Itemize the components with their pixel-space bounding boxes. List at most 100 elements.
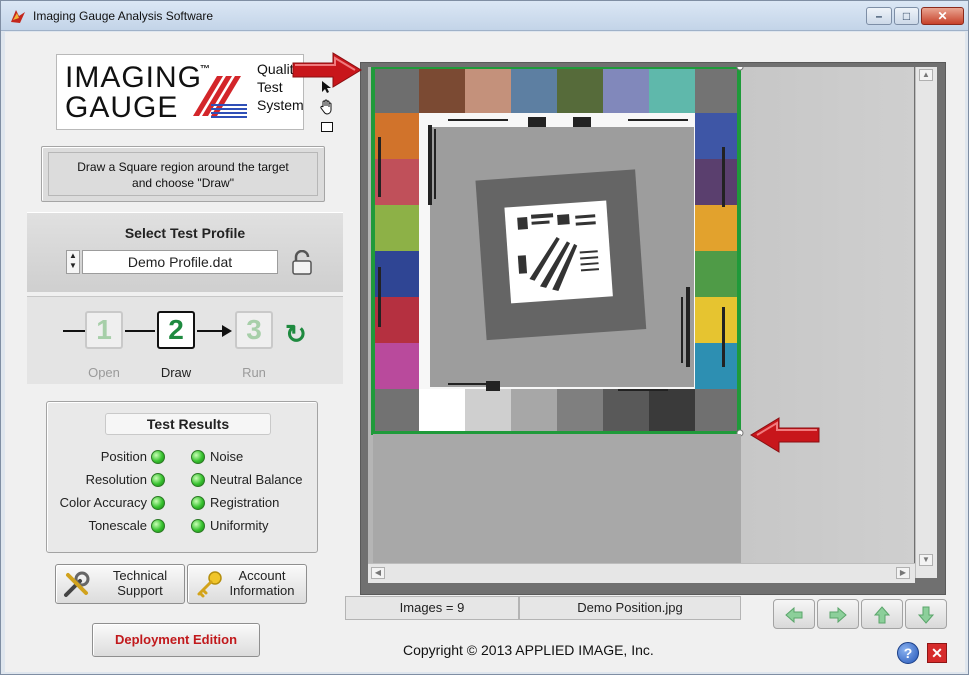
test-results-panel: Test Results Position Noise Resolution N… (46, 401, 318, 553)
top-color-patches (373, 67, 741, 113)
app-icon (11, 10, 25, 23)
step-arrow-icon (222, 325, 232, 337)
color-patch (511, 67, 557, 113)
scroll-up-arrow-icon[interactable]: ▲ (919, 69, 933, 81)
arrow-down-icon (917, 606, 935, 624)
workflow-steps: 1 2 3 ↻ Open Draw Run (27, 296, 343, 384)
result-uniformity-led-icon (191, 519, 205, 533)
scroll-down-arrow-icon[interactable]: ▼ (919, 554, 933, 566)
logo-sub-system: System (257, 97, 304, 113)
red-pointer-arrow-icon (750, 417, 820, 453)
gray-patch (465, 389, 511, 433)
app-window: Imaging Gauge Analysis Software – □ ✕ IM… (0, 0, 969, 675)
account-information-button[interactable]: Account Information (187, 564, 307, 604)
test-profile-panel: Select Test Profile ▲ ▼ Demo Profile.dat (27, 212, 343, 292)
close-icon: ✕ (937, 9, 948, 23)
next-image-button[interactable] (817, 599, 859, 629)
color-patch (557, 67, 603, 113)
image-canvas[interactable] (368, 67, 914, 563)
profile-spinner[interactable]: ▲ ▼ (66, 250, 80, 274)
minimize-icon: – (875, 9, 883, 23)
account-information-label: Account Information (222, 568, 302, 598)
account-line-1: Account (238, 568, 286, 583)
previous-image-button[interactable] (773, 599, 815, 629)
title-bar: Imaging Gauge Analysis Software – □ ✕ (1, 1, 968, 31)
bottom-gray-patches (419, 389, 741, 433)
arrow-up-icon (873, 606, 891, 624)
client-area: IMAGING ™ GAUGE Quality Test System Draw… (5, 32, 965, 672)
color-patch (695, 159, 741, 205)
color-patch (695, 205, 741, 251)
minimize-button[interactable]: – (866, 7, 892, 25)
step-connector-2 (197, 330, 223, 332)
result-tonescale-led-icon (151, 519, 165, 533)
vertical-scrollbar[interactable]: ▲ ▼ (915, 67, 937, 578)
logo-text-imaging: IMAGING (65, 61, 203, 94)
images-count: Images = 9 (345, 596, 519, 620)
result-noise-led-icon (191, 450, 205, 464)
technical-line-1: Technical (112, 568, 168, 583)
result-registration-led-icon (191, 496, 205, 510)
copyright-text: Copyright © 2013 APPLIED IMAGE, Inc. (403, 642, 654, 658)
result-noise-label: Noise (210, 449, 244, 464)
result-tonescale-label: Tonescale (88, 518, 147, 533)
technical-support-button[interactable]: Technical Support (55, 564, 185, 604)
right-color-patches (695, 113, 741, 435)
arrow-right-icon (829, 606, 847, 624)
step-run-label: Run (242, 365, 266, 380)
instruction-line-2: and choose "Draw" (132, 176, 234, 190)
maximize-icon: □ (902, 9, 911, 23)
result-registration-label: Registration (210, 495, 280, 510)
gray-patch (419, 389, 465, 433)
rectangle-icon[interactable] (318, 118, 336, 136)
gray-patch (511, 389, 557, 433)
close-window-button[interactable]: ✕ (921, 7, 964, 25)
result-color-accuracy-led-icon (151, 496, 165, 510)
imaging-gauge-logo: IMAGING ™ GAUGE Quality Test System (56, 54, 304, 130)
profile-title: Select Test Profile (124, 225, 246, 241)
scroll-right-arrow-icon[interactable]: ▶ (896, 567, 910, 579)
logo-stripes-icon (193, 76, 247, 118)
tools-icon (64, 571, 90, 597)
step-connector-start (63, 330, 87, 332)
color-patch (373, 205, 419, 251)
maximize-button[interactable]: □ (894, 7, 919, 25)
instruction-panel: Draw a Square region around the target a… (41, 146, 325, 202)
help-icon[interactable]: ? (897, 642, 919, 664)
deployment-edition-button[interactable]: Deployment Edition (92, 623, 260, 657)
color-patch (373, 67, 419, 113)
logo-text-gauge: GAUGE (65, 91, 179, 124)
color-patch (695, 67, 741, 113)
arrow-left-icon (785, 606, 803, 624)
color-patch (649, 67, 695, 113)
key-icon (197, 571, 222, 598)
current-filename: Demo Position.jpg (519, 596, 741, 620)
image-viewer: ▲ ▼ ◀ ▶ (360, 62, 946, 595)
results-title: Test Results (105, 413, 271, 435)
step-open-label: Open (88, 365, 120, 380)
scroll-left-arrow-icon[interactable]: ◀ (371, 567, 385, 579)
exit-icon[interactable]: ✕ (927, 643, 947, 663)
result-resolution-led-icon (151, 473, 165, 487)
technical-support-label: Technical Support (100, 568, 180, 598)
move-down-button[interactable] (905, 599, 947, 629)
red-pointer-arrow-icon (292, 52, 362, 88)
profile-select[interactable]: Demo Profile.dat (82, 250, 278, 274)
horizontal-scrollbar[interactable]: ◀ ▶ (368, 563, 915, 583)
move-up-button[interactable] (861, 599, 903, 629)
refresh-icon[interactable]: ↻ (285, 319, 307, 350)
logo-sub-test: Test (257, 79, 283, 95)
step-draw-button[interactable]: 2 (157, 311, 195, 349)
color-patch (695, 113, 741, 159)
result-neutral-balance-label: Neutral Balance (210, 472, 303, 487)
result-resolution-label: Resolution (85, 472, 147, 487)
step-open-button[interactable]: 1 (85, 311, 123, 349)
hand-icon[interactable] (318, 99, 336, 117)
step-run-button[interactable]: 3 (235, 311, 273, 349)
gray-patch (649, 389, 695, 433)
color-patch (419, 67, 465, 113)
gray-patch (695, 389, 741, 433)
instruction-line-1: Draw a Square region around the target (77, 160, 289, 174)
result-position-label: Position (100, 449, 147, 464)
lock-icon[interactable] (291, 250, 313, 276)
